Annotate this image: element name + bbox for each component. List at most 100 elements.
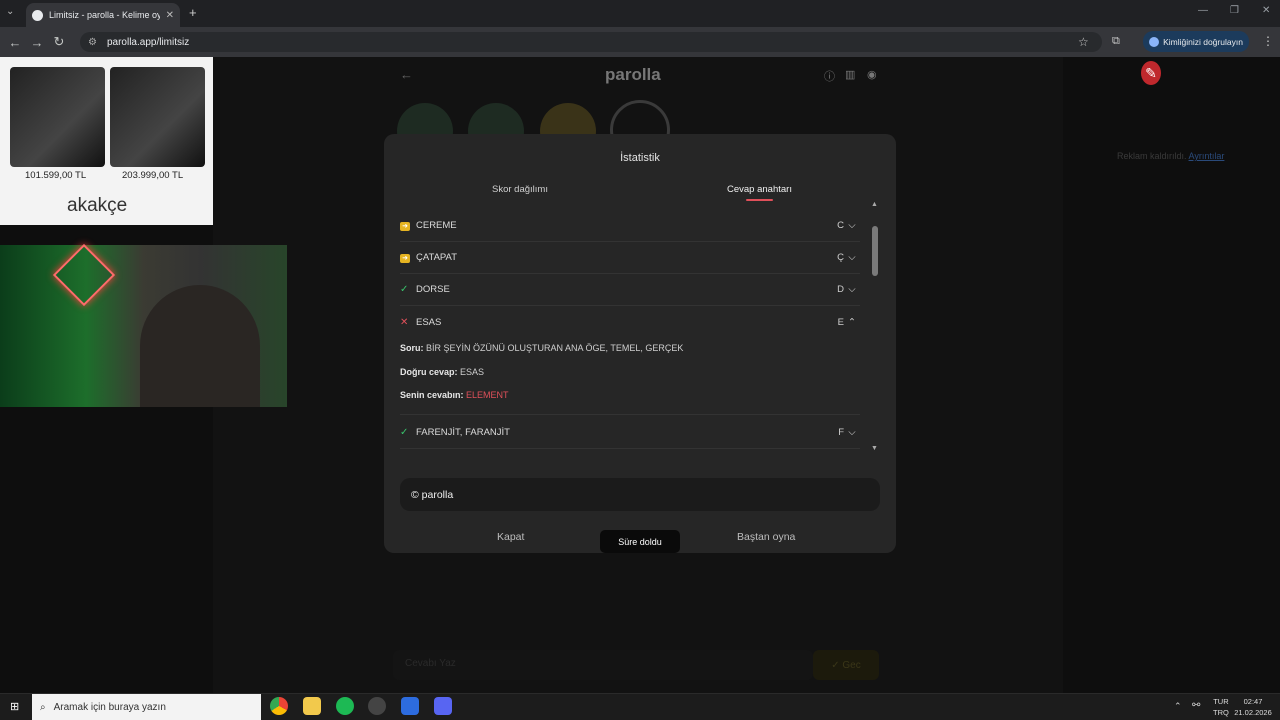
ad-price-1: 101.599,00 TL — [25, 170, 87, 181]
answer-row-expanded[interactable]: ✕ ESAS E ⌃ — [400, 306, 860, 338]
webcam-overlay — [0, 243, 287, 407]
question-detail: Soru: BİR ŞEYİN ÖZÜNÜ OLUŞTURAN ANA ÖGE,… — [400, 343, 683, 353]
tab-score-distribution[interactable]: Skor dağılımı — [492, 184, 548, 195]
answer-word: DORSE — [416, 284, 450, 295]
tray-chevron-icon[interactable]: ⌃ — [1174, 701, 1182, 712]
chevron-down-icon[interactable]: ⌵ — [844, 427, 860, 438]
scroll-down-arrow[interactable]: ▼ — [871, 445, 878, 452]
correct-text: ESAS — [460, 367, 485, 377]
bookmark-star-icon[interactable]: ☆ — [1078, 35, 1089, 49]
restart-button[interactable]: Baştan oyna — [737, 531, 795, 543]
chevron-down-icon[interactable]: ⌵ — [844, 252, 860, 263]
close-window-button[interactable]: ✕ — [1262, 5, 1270, 16]
your-answer-detail: Senin cevabın: ELEMENT — [400, 390, 509, 400]
new-tab-button[interactable]: + — [189, 5, 197, 20]
answer-row[interactable]: ✓ DORSE D ⌵ — [400, 274, 860, 306]
clock[interactable]: 02:47 21.02.2026 — [1234, 696, 1272, 718]
profile-icon — [1149, 36, 1160, 47]
question-text: BİR ŞEYİN ÖZÜNÜ OLUŞTURAN ANA ÖGE, TEMEL… — [426, 343, 684, 353]
person — [140, 285, 260, 407]
back-arrow-icon[interactable]: ← — [400, 67, 413, 82]
answer-word: ESAS — [416, 316, 442, 328]
chevron-up-icon[interactable]: ⌃ — [844, 317, 860, 328]
search-icon: ⌕ — [40, 701, 46, 713]
chrome-icon[interactable] — [270, 697, 288, 715]
scrollbar-thumb[interactable] — [872, 226, 878, 276]
verify-label: Kimliğinizi doğrulayın — [1163, 36, 1243, 47]
answer-row[interactable]: ✓ FARENJİT, FARANJİT F ⌵ — [400, 417, 860, 449]
windows-start-icon[interactable]: ⊞ — [10, 700, 19, 713]
tab-title: Limitsiz - parolla - Kelime oyunu — [49, 10, 160, 20]
tab-answer-key[interactable]: Cevap anahtarı — [727, 184, 792, 195]
minimize-button[interactable]: — — [1198, 5, 1208, 16]
correct-label: Doğru cevap: — [400, 367, 458, 377]
lang-secondary: TRQ — [1213, 708, 1229, 717]
chevron-down-icon[interactable]: ⌵ — [844, 220, 860, 231]
answer-letter: F — [838, 427, 844, 438]
copyright-bar: © parolla — [400, 478, 880, 511]
site-info-icon[interactable]: ⚙ — [88, 37, 97, 48]
submit-button[interactable]: ✓ Gec — [813, 650, 879, 680]
verify-identity-button[interactable]: Kimliğinizi doğrulayın — [1143, 31, 1249, 52]
restore-button[interactable]: ❐ — [1230, 5, 1239, 16]
search-placeholder: Aramak için buraya yazın — [53, 701, 166, 713]
ad-brand-logo: akakçe — [67, 195, 128, 216]
back-icon[interactable]: ← — [4, 35, 26, 50]
ad-price-2: 203.999,00 TL — [122, 170, 184, 181]
clock-time: 02:47 — [1243, 697, 1263, 706]
gpu-product-image — [110, 67, 205, 167]
answer-input[interactable]: Cevabı Yaz — [393, 650, 813, 680]
correct-answer-detail: Doğru cevap: ESAS — [400, 367, 484, 377]
parolla-favicon-icon — [32, 9, 43, 21]
file-explorer-icon[interactable] — [303, 697, 321, 715]
ad-removed-notice: Reklam kaldırıldı. Ayrıntılar — [1117, 151, 1224, 161]
check-icon: ✓ — [400, 427, 409, 438]
gpu-product-image — [10, 67, 105, 167]
scroll-up-arrow[interactable]: ▲ — [871, 201, 878, 208]
answer-placeholder: Cevabı Yaz — [405, 658, 456, 669]
row-divider — [400, 414, 860, 415]
app-icon[interactable] — [368, 697, 386, 715]
reload-icon[interactable]: ↻ — [48, 34, 70, 50]
neon-sign-icon — [52, 243, 116, 307]
stats-icon[interactable]: ▥ — [845, 68, 855, 81]
forward-icon[interactable]: → — [26, 35, 48, 50]
info-icon[interactable]: ⓘ — [824, 68, 835, 84]
close-tab-icon[interactable]: ✕ — [166, 10, 174, 21]
active-tab-underline — [746, 199, 773, 201]
toast-text: Süre doldu — [618, 536, 662, 547]
answer-word: CEREME — [416, 220, 457, 231]
input-language[interactable]: TUR TRQ — [1213, 696, 1229, 718]
check-icon: ✓ — [400, 284, 409, 295]
answer-letter: Ç — [837, 252, 844, 263]
your-answer-label: Senin cevabın: — [400, 390, 464, 400]
menu-icon[interactable]: ⋮ — [1262, 34, 1274, 48]
pass-icon: ➜ — [400, 252, 416, 263]
lang-primary: TUR — [1213, 697, 1229, 706]
account-icon[interactable]: ◉ — [867, 68, 877, 81]
tab-list-button[interactable]: ⌄ — [6, 6, 14, 17]
spotify-icon[interactable] — [336, 697, 354, 715]
cross-icon: ✕ — [400, 316, 409, 328]
close-button[interactable]: Kapat — [497, 531, 524, 543]
app-icon[interactable] — [401, 697, 419, 715]
answer-letter: D — [837, 284, 844, 295]
address-bar[interactable]: ⚙ parolla.app/limitsiz — [80, 32, 1102, 52]
network-icon[interactable]: ⚯ — [1192, 700, 1200, 711]
discord-icon[interactable] — [434, 697, 452, 715]
taskbar-search[interactable]: ⌕ Aramak için buraya yazın — [32, 694, 261, 720]
answer-word: ÇATAPAT — [416, 252, 457, 263]
question-label: Soru: — [400, 343, 424, 353]
answer-row[interactable]: ➜ ÇATAPAT Ç ⌵ — [400, 242, 860, 274]
answer-row[interactable]: ➜ CEREME C ⌵ — [400, 210, 860, 242]
answer-word: FARENJİT, FARANJİT — [416, 427, 510, 438]
chevron-down-icon[interactable]: ⌵ — [844, 284, 860, 295]
modal-title: İstatistik — [620, 152, 660, 164]
ad-banner[interactable]: 101.599,00 TL 203.999,00 TL akakçe — [0, 57, 213, 225]
extensions-icon[interactable]: ⧉ — [1112, 35, 1120, 48]
modal-tabs: Skor dağılımı Cevap anahtarı — [400, 180, 880, 204]
answer-letter: C — [837, 220, 844, 231]
feather-logo-icon: ✎ — [1141, 61, 1161, 85]
ad-details-link[interactable]: Ayrıntılar — [1189, 151, 1225, 161]
browser-tab[interactable]: Limitsiz - parolla - Kelime oyunu ✕ — [26, 3, 180, 27]
